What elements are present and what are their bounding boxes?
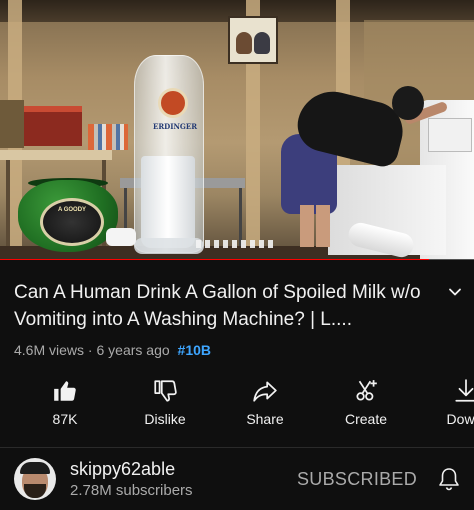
video-scene-paper-towel [106,228,136,246]
share-label: Share [246,411,284,427]
meta-separator: · [84,342,97,358]
video-scene-bottles [88,124,128,150]
create-icon [356,380,377,401]
like-count: 87K [52,411,78,427]
video-scene-pot-label-text: A GOODY [57,207,87,213]
avatar-cap [20,462,50,474]
chevron-down-icon[interactable] [446,283,464,301]
video-player[interactable]: ERDINGER A GOODY [0,0,474,260]
video-scene-glass-base [134,238,204,254]
avatar-beard [24,484,46,498]
channel-avatar[interactable] [14,458,56,500]
like-button[interactable]: 87K [15,378,115,436]
video-scene-person-leg [300,205,314,247]
video-scene-glass-logo [158,88,188,118]
download-icon [455,379,474,402]
video-scene-shelf [0,150,112,160]
video-scene-poster [228,16,278,64]
download-label: Downl [446,411,474,427]
action-bar: 87K Dislike Share Create Downl [0,378,474,438]
view-count: 4.6M views [14,342,85,358]
thumbs-down-icon [154,380,177,402]
video-scene-box [0,100,24,148]
share-icon [253,381,277,402]
subscribed-button[interactable]: SUBSCRIBED [297,469,417,490]
create-button[interactable]: Create [316,378,416,436]
video-scene-person-leg [316,205,330,247]
share-button[interactable]: Share [215,378,315,436]
thumbs-up-icon [54,381,76,401]
video-scene-spill [196,240,276,248]
create-label: Create [344,411,388,427]
channel-name[interactable]: skippy62able [70,459,175,480]
video-scene-pot-label: A GOODY [40,198,104,246]
subscriber-count: 2.78M subscribers [70,482,193,499]
divider [0,447,474,448]
upload-age: 6 years ago [96,342,170,358]
video-scene-box [24,106,82,146]
dislike-label: Dislike [144,411,186,427]
video-scene-glass-brand: ERDINGER [152,122,198,131]
video-scene-milk [141,156,195,248]
download-button[interactable]: Downl [416,378,474,436]
hashtag-link[interactable]: #10B [178,342,211,358]
progress-bar[interactable] [0,259,474,260]
dislike-button[interactable]: Dislike [115,378,215,436]
video-scene-washer-panel [428,118,472,152]
video-title[interactable]: Can A Human Drink A Gallon of Spoiled Mi… [14,279,432,333]
progress-bar-fill [0,259,429,260]
bell-icon[interactable] [437,466,461,492]
video-meta[interactable]: 4.6M views · 6 years ago #10B [14,342,211,358]
video-scene-person-head [392,86,424,120]
